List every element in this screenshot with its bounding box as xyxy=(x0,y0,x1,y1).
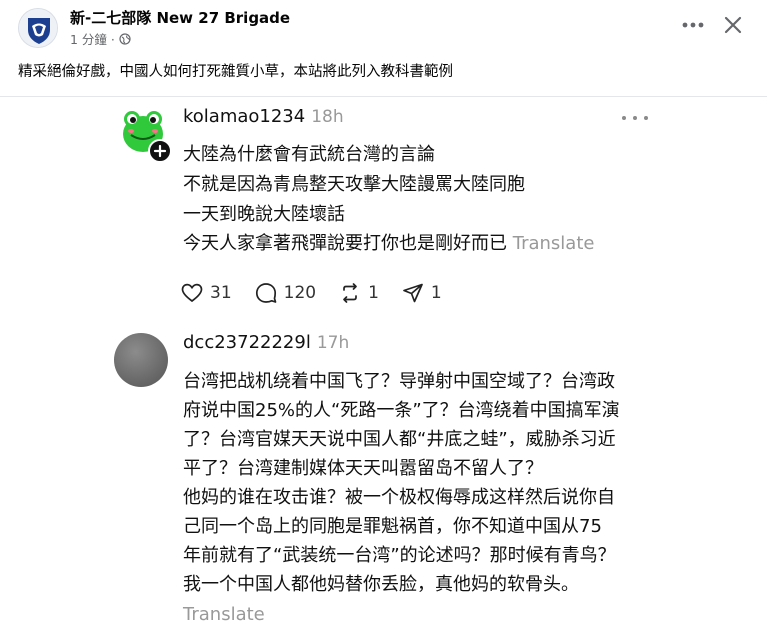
comment-button[interactable]: 120 xyxy=(254,281,316,305)
reply-line: 己同一个岛上的同胞是罪魁祸首，你不知道中国从75 xyxy=(183,516,602,537)
translate-link[interactable]: Translate xyxy=(513,233,595,254)
username-text[interactable]: kolamao1234 xyxy=(183,106,305,127)
post-caption: 精采絕倫好戲，中國人如何打死雜質小草，本站將此列入教科書範例 xyxy=(18,64,453,80)
page-name[interactable]: 新-二七部隊 New 27 Brigade xyxy=(70,7,290,28)
reply-line: 一天到晚說大陸壞話 xyxy=(183,204,345,225)
avatar-gray[interactable] xyxy=(114,333,168,387)
post-time[interactable]: 1 分鐘 · xyxy=(70,29,115,48)
username-text[interactable]: dcc23722229l xyxy=(183,332,311,353)
close-icon[interactable] xyxy=(722,14,744,36)
comment-count: 120 xyxy=(283,283,317,303)
reply-username[interactable]: dcc23722229l 17h xyxy=(183,332,349,353)
like-count: 31 xyxy=(210,283,232,303)
reply-more-icon[interactable] xyxy=(622,113,648,123)
reply-line: 台湾把战机绕着中国飞了？导弹射中国空域了？台湾政 xyxy=(183,371,615,392)
brigade-shield-logo xyxy=(19,9,57,47)
like-button[interactable]: 31 xyxy=(180,281,232,305)
reply-line: 今天人家拿著飛彈說要打你也是剛好而已 xyxy=(183,233,507,254)
reply-time: 17h xyxy=(316,333,350,353)
post-meta: 1 分鐘 · xyxy=(70,29,131,48)
post-header: 新-二七部隊 New 27 Brigade 1 分鐘 · 精采絕倫好戲，中國人如… xyxy=(0,0,767,96)
reply-time: 18h xyxy=(311,107,344,127)
follow-plus-icon[interactable] xyxy=(148,139,172,163)
repost-icon xyxy=(343,283,357,303)
heart-icon xyxy=(181,283,203,303)
share-button[interactable]: 1 xyxy=(401,281,442,305)
reply-username[interactable]: kolamao1234 18h xyxy=(183,106,344,127)
share-count: 1 xyxy=(430,283,442,303)
reply-line: 了？台湾官媒天天说中国人都“井底之蛙”，威胁杀习近 xyxy=(183,429,616,450)
repost-button[interactable]: 1 xyxy=(338,281,379,305)
embedded-screenshot: kolamao1234 18h 大陸為什麼會有武統台灣的言論 不就是因為青鳥整天攻… xyxy=(0,96,767,631)
globe-icon xyxy=(119,32,131,45)
reply-line: 年前就有了“武装统一台湾”的论述吗？那时候有青鸟？ xyxy=(183,545,616,566)
reply-line: 不就是因為青鳥整天攻擊大陸謾罵大陸同胞 xyxy=(183,174,525,195)
reply-line: 他妈的谁在攻击谁？被一个极权侮辱成这样然后说你自 xyxy=(183,487,615,508)
comment-bubble-icon xyxy=(255,283,276,303)
reply-line: 大陸為什麼會有武統台灣的言論 xyxy=(183,144,435,165)
translate-link[interactable]: Translate xyxy=(183,604,265,626)
reply-line: 府说中国25%的人“死路一条”了？台湾绕着中国搞军演 xyxy=(183,400,620,421)
reply-line: 我一个中国人都他妈替你丢脸，真他妈的软骨头。 xyxy=(183,574,579,595)
send-icon xyxy=(403,283,423,303)
repost-count: 1 xyxy=(368,283,379,303)
more-options-icon[interactable] xyxy=(680,14,706,36)
reply-line-with-translate: 今天人家拿著飛彈說要打你也是剛好而已 Translate xyxy=(183,233,594,255)
reply-actions: 31 120 1 1 xyxy=(180,281,464,305)
reply-line: 平了？台湾建制媒体天天叫嚣留岛不留人了？ xyxy=(183,458,543,479)
page-avatar[interactable] xyxy=(18,8,58,48)
